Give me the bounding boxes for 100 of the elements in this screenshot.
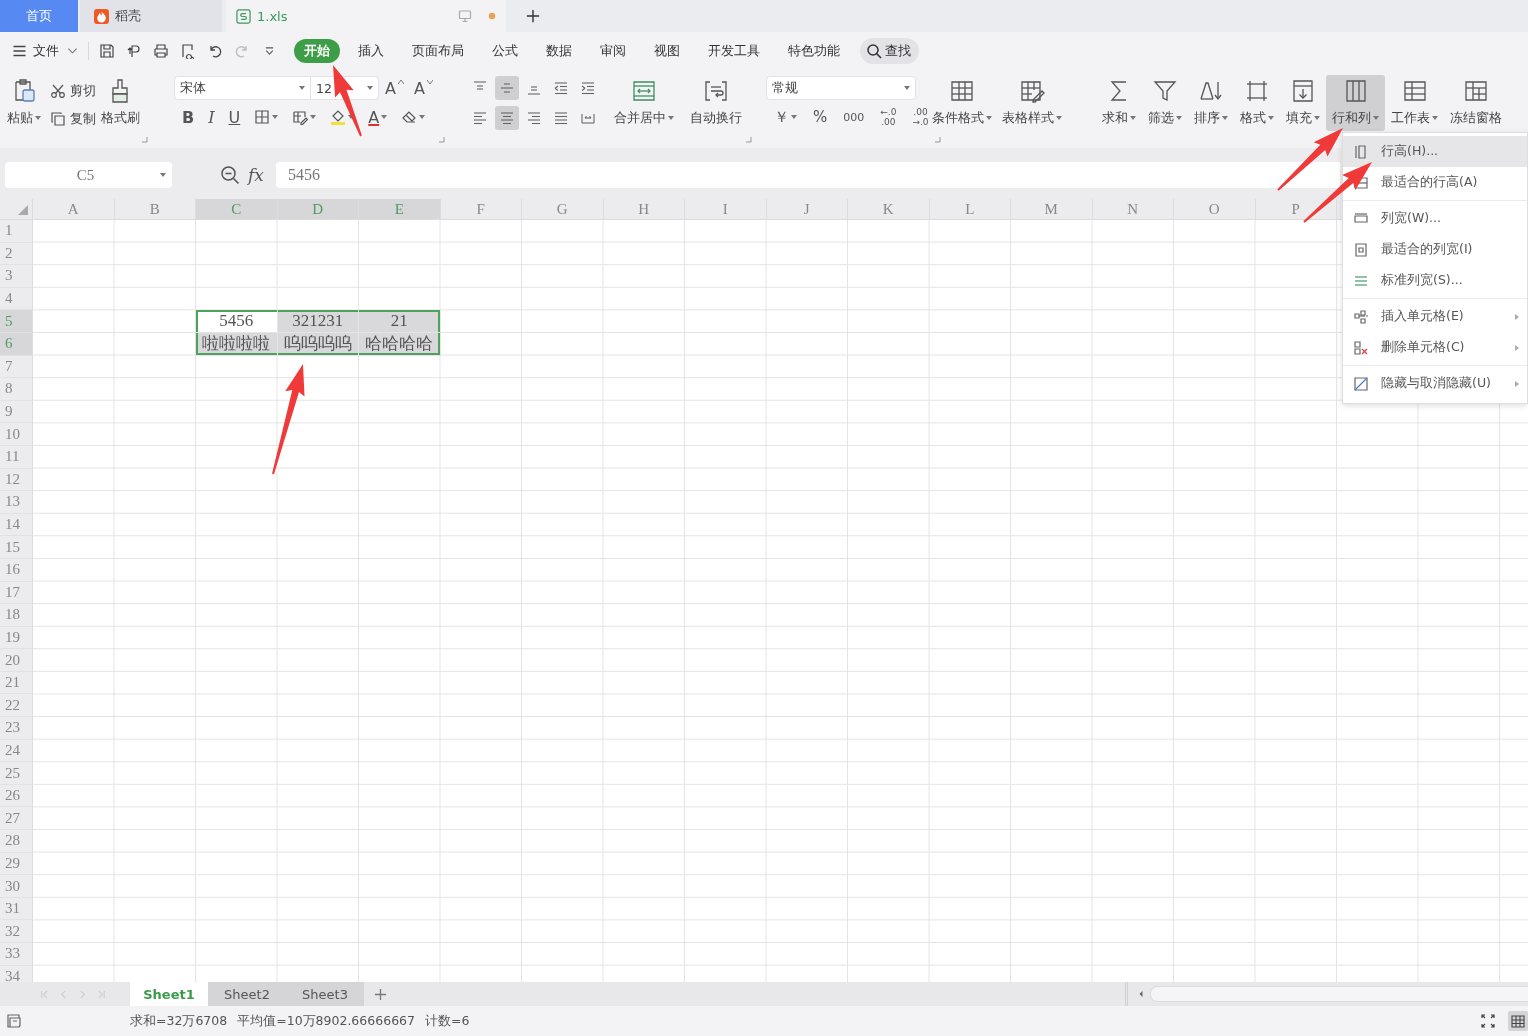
- ribbon-button[interactable]: 求和: [1096, 75, 1142, 131]
- document-arrow-icon[interactable]: [126, 43, 142, 59]
- column-header[interactable]: E: [359, 199, 441, 219]
- column-header[interactable]: H: [603, 199, 685, 219]
- row-header[interactable]: 20: [0, 649, 33, 672]
- row-header[interactable]: 6: [0, 332, 33, 356]
- scroll-left-icon[interactable]: [1138, 990, 1144, 998]
- print-icon[interactable]: [153, 43, 169, 59]
- row-header[interactable]: 29: [0, 852, 33, 876]
- column-header[interactable]: J: [766, 199, 848, 219]
- ribbon-tab[interactable]: 开始: [294, 39, 340, 63]
- row-header[interactable]: 16: [0, 558, 33, 582]
- ribbon-button[interactable]: 筛选: [1142, 75, 1188, 131]
- menu-item[interactable]: 插入单元格(E): [1343, 301, 1527, 332]
- row-header[interactable]: 24: [0, 739, 33, 763]
- ribbon-tab[interactable]: 插入: [348, 39, 394, 63]
- row-header[interactable]: 11: [0, 445, 33, 469]
- row-header[interactable]: 1: [0, 220, 33, 243]
- italic-button[interactable]: I: [204, 106, 219, 128]
- magnifier-icon[interactable]: [220, 165, 240, 185]
- row-header[interactable]: 21: [0, 671, 33, 695]
- sheet-tab[interactable]: Sheet3: [286, 982, 364, 1006]
- menu-item[interactable]: 删除单元格(C): [1343, 332, 1527, 363]
- column-header[interactable]: M: [1011, 199, 1093, 219]
- row-header[interactable]: 22: [0, 694, 33, 718]
- column-header[interactable]: K: [848, 199, 930, 219]
- insert-function-button[interactable]: fx: [248, 165, 264, 185]
- ribbon-button[interactable]: 格式: [1234, 75, 1280, 131]
- ribbon-button[interactable]: 填充: [1280, 75, 1326, 131]
- menu-item[interactable]: 行高(H)...: [1343, 136, 1527, 167]
- add-sheet-icon[interactable]: [374, 987, 387, 1001]
- ribbon-tab[interactable]: 页面布局: [402, 39, 474, 63]
- row-header[interactable]: 26: [0, 784, 33, 808]
- row-header[interactable]: 5: [0, 310, 33, 333]
- row-header[interactable]: 28: [0, 830, 33, 853]
- grid-view-icon[interactable]: [1508, 1011, 1528, 1031]
- column-header[interactable]: O: [1174, 199, 1256, 219]
- file-menu-button[interactable]: 文件: [12, 42, 59, 60]
- ribbon-tab[interactable]: 视图: [644, 39, 690, 63]
- ribbon-button[interactable]: 条件格式: [930, 75, 994, 131]
- row-header[interactable]: 12: [0, 468, 33, 492]
- ribbon-tab[interactable]: 开发工具: [698, 39, 770, 63]
- font-color-button[interactable]: A: [364, 106, 392, 128]
- menu-item[interactable]: 标准列宽(S)...: [1343, 265, 1527, 296]
- ribbon-button[interactable]: 排序: [1188, 75, 1234, 131]
- thousands-button[interactable]: 000: [839, 106, 869, 128]
- copy-button[interactable]: 复制: [50, 108, 96, 130]
- ribbon-button[interactable]: 合并居中: [612, 75, 676, 131]
- row-header[interactable]: 17: [0, 581, 33, 605]
- ribbon-button[interactable]: 行和列: [1326, 75, 1385, 131]
- menu-item[interactable]: 最适合的列宽(I): [1343, 234, 1527, 265]
- align-button[interactable]: [495, 106, 519, 130]
- increase-decimal-button[interactable]: ←.0 .00: [876, 106, 901, 128]
- ribbon-tab[interactable]: 数据: [536, 39, 582, 63]
- row-header[interactable]: 23: [0, 717, 33, 740]
- horizontal-scrollbar[interactable]: [1150, 986, 1528, 1002]
- row-header[interactable]: 9: [0, 400, 33, 424]
- row-header[interactable]: 31: [0, 897, 33, 921]
- cut-button[interactable]: 剪切: [50, 80, 96, 102]
- chevron-down-icon[interactable]: [67, 47, 78, 55]
- row-header[interactable]: 32: [0, 920, 33, 943]
- decrease-decimal-button[interactable]: .00 →.0: [908, 106, 933, 128]
- ribbon-button[interactable]: 表格样式: [1000, 75, 1064, 131]
- row-header[interactable]: 3: [0, 265, 33, 288]
- document-tab[interactable]: 稻壳: [80, 0, 222, 32]
- currency-button[interactable]: ￥: [770, 106, 801, 128]
- number-format-field[interactable]: 常规: [766, 76, 916, 100]
- name-box[interactable]: C5: [5, 162, 172, 188]
- row-header[interactable]: 18: [0, 604, 33, 627]
- underline-button[interactable]: U: [224, 106, 245, 128]
- row-header[interactable]: 8: [0, 378, 33, 401]
- document-tab[interactable]: 首页: [0, 0, 78, 32]
- sheet-tab[interactable]: Sheet1: [130, 982, 208, 1006]
- column-header[interactable]: D: [277, 199, 359, 219]
- decrease-font-button[interactable]: A: [409, 77, 437, 99]
- search-button[interactable]: 查找: [860, 38, 919, 64]
- ribbon-tab[interactable]: 特色功能: [778, 39, 850, 63]
- row-header[interactable]: 10: [0, 423, 33, 446]
- document-tab[interactable]: 1.xls: [226, 0, 506, 32]
- column-header[interactable]: A: [33, 199, 115, 219]
- customize-caret-icon[interactable]: [264, 45, 275, 57]
- row-header[interactable]: 2: [0, 242, 33, 266]
- formula-field[interactable]: 5456: [275, 162, 1340, 188]
- row-header[interactable]: 27: [0, 807, 33, 831]
- column-header[interactable]: L: [929, 199, 1011, 219]
- paste-button[interactable]: 粘贴: [4, 75, 44, 131]
- column-header[interactable]: C: [196, 199, 278, 219]
- row-header[interactable]: 13: [0, 491, 33, 514]
- ribbon-button[interactable]: 自动换行: [688, 75, 744, 131]
- sheet-tab[interactable]: Sheet2: [208, 982, 286, 1006]
- bold-button[interactable]: B: [178, 106, 199, 128]
- column-header[interactable]: N: [1092, 199, 1174, 219]
- stacked-window-icon[interactable]: [5, 1012, 23, 1030]
- row-header[interactable]: 4: [0, 287, 33, 311]
- percent-button[interactable]: %: [809, 106, 832, 128]
- menu-item[interactable]: 列宽(W)...: [1343, 203, 1527, 234]
- row-header[interactable]: 25: [0, 762, 33, 785]
- column-header[interactable]: G: [522, 199, 604, 219]
- font-name-field[interactable]: 宋体: [174, 76, 311, 100]
- row-header[interactable]: 19: [0, 626, 33, 650]
